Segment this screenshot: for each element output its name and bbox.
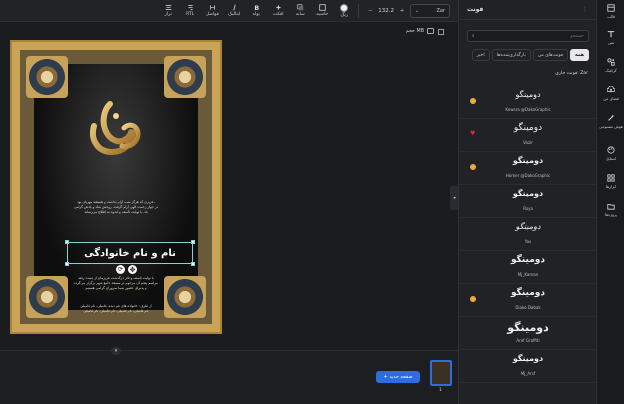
font-list-item[interactable]: دومینگو Yas: [459, 218, 597, 251]
rotate-handle-icon[interactable]: ⟳: [116, 265, 125, 274]
nav-templates[interactable]: قالب: [597, 4, 624, 19]
page-thumbnail[interactable]: [430, 360, 452, 386]
spacing-icon: [209, 5, 215, 10]
panel-menu-icon[interactable]: ⋮: [582, 6, 588, 13]
shapes-icon: [607, 58, 615, 66]
font-list-item[interactable]: دومینگو Mj_Arsf: [459, 350, 597, 383]
italic-icon: [233, 4, 236, 11]
text-icon: [607, 31, 615, 38]
tab-recent[interactable]: اخیر: [471, 49, 490, 61]
nav-text[interactable]: متن: [597, 30, 624, 45]
nav-my-space[interactable]: فضای من: [597, 86, 624, 101]
main-nav-rail: قالب متن گرافیک فضای من هوش مصنوعی استای…: [596, 0, 624, 404]
resize-handle[interactable]: [191, 262, 195, 266]
decrease-size-button[interactable]: −: [366, 8, 374, 14]
grid-tools-icon: [607, 174, 615, 182]
font-list-item[interactable]: دومینگو Kewsra @DakoGraphic: [459, 86, 597, 119]
resize-handle[interactable]: [191, 240, 195, 244]
nav-style[interactable]: استایل: [597, 146, 624, 161]
poster-body-text[interactable]: با نهایت تاسف و تاثر درگذشت عزیزمان از د…: [52, 276, 180, 291]
tab-all[interactable]: همه: [569, 49, 589, 61]
page-size-label: حجم MB: [406, 28, 434, 34]
tab-my-fonts[interactable]: فونت‌های من: [532, 49, 568, 61]
font-list-item[interactable]: ♥ دومینگو Vazir: [459, 119, 597, 152]
font-filter-tabs: اخیر بارگذاری‌شده‌ها فونت‌های من همه: [467, 49, 589, 61]
corner-ornament-icon: [26, 56, 68, 98]
nav-projects[interactable]: پروژه‌ها: [597, 202, 624, 217]
bold-icon: B: [254, 5, 259, 11]
rtl-button[interactable]: RTL: [179, 1, 201, 21]
shadow-button[interactable]: سایه: [289, 1, 311, 21]
font-search-input[interactable]: ⌕ جستجو: [467, 30, 589, 42]
spacing-button[interactable]: فواصل: [201, 1, 223, 21]
expand-icon[interactable]: [438, 29, 444, 35]
border-button[interactable]: حاشیه: [311, 1, 333, 21]
search-icon: ⌕: [472, 34, 475, 39]
selected-title-text[interactable]: نام و نام خانوادگی: [65, 240, 195, 266]
poster-footer-text[interactable]: از طرف: خانواده های غم دیده، فامیلی، نام…: [52, 304, 180, 314]
palette-icon: [607, 146, 615, 154]
poster-page[interactable]: عزیزی که هرگز شب آرام نداشت و همیشه مهرب…: [10, 40, 222, 334]
font-panel: فونت ⋮ ⌕ جستجو اخیر بارگذاری‌شده‌ها فونت…: [458, 0, 597, 404]
move-handle-icon[interactable]: ✥: [128, 265, 137, 274]
effect-icon: [275, 4, 282, 11]
top-toolbar: تراز RTL فواصل ایتالیک B بولد افکت سایه ح…: [0, 0, 458, 22]
font-list-item[interactable]: دومینگو Aref Graffiti: [459, 317, 597, 350]
shadow-icon: [297, 4, 304, 11]
collapse-pages-button[interactable]: ▾: [111, 347, 121, 355]
resize-handle[interactable]: [65, 240, 69, 244]
panel-title: فونت: [467, 6, 484, 13]
border-icon: [319, 4, 326, 11]
design-canvas[interactable]: حجم MB عزیزی که هرگز شب آرام نداشت و همی…: [0, 22, 458, 350]
page-number: 1: [439, 388, 442, 393]
font-list-item[interactable]: دومینگو Homer @DakoGraphic: [459, 152, 597, 185]
bold-button[interactable]: B بولد: [245, 1, 267, 21]
nav-tools[interactable]: ابزارها: [597, 174, 624, 189]
folder-icon: [607, 204, 615, 210]
italic-button[interactable]: ایتالیک: [223, 1, 245, 21]
template-icon: [607, 4, 615, 12]
color-swatch: [340, 3, 349, 12]
increase-size-button[interactable]: +: [398, 8, 406, 14]
pages-strip: ▾ + صفحه جدید 1: [0, 347, 458, 404]
font-family-select[interactable]: ⌄ Zar: [410, 3, 450, 18]
current-font-label: فونت جاری: Zar: [555, 71, 588, 76]
corner-ornament-icon: [164, 56, 206, 98]
plus-icon: +: [383, 374, 388, 380]
nav-ai[interactable]: هوش مصنوعی: [597, 114, 624, 129]
nav-graphics[interactable]: گرافیک: [597, 58, 624, 73]
page-icon: [427, 28, 434, 34]
font-size-stepper[interactable]: − 132.2 +: [366, 8, 406, 14]
poster-intro-text[interactable]: عزیزی که هرگز شب آرام نداشت و همیشه مهرب…: [52, 200, 180, 215]
cloud-upload-icon: [607, 86, 615, 93]
magic-wand-icon: [608, 114, 614, 121]
font-list-item[interactable]: دومینگو Diako Dabak: [459, 284, 597, 317]
svg-text:B: B: [254, 5, 259, 11]
toolbar-divider: [358, 3, 360, 18]
align-button[interactable]: تراز: [157, 1, 179, 21]
resize-handle[interactable]: [65, 262, 69, 266]
effect-button[interactable]: افکت: [267, 1, 289, 21]
tab-uploads[interactable]: بارگذاری‌شده‌ها: [491, 49, 531, 61]
new-page-button[interactable]: + صفحه جدید: [376, 371, 420, 383]
font-size-value[interactable]: 132.2: [378, 8, 394, 14]
font-list-item[interactable]: دومینگو Roya: [459, 185, 597, 218]
align-icon: [165, 4, 172, 11]
font-list-item[interactable]: دومینگو Mj_Kaman: [459, 251, 597, 284]
color-button[interactable]: رنگ: [333, 1, 355, 21]
panel-header: فونت ⋮: [459, 0, 596, 20]
chevron-down-icon: ⌄: [415, 7, 420, 14]
calligraphy-ornament-icon: [90, 101, 141, 156]
rtl-icon: [188, 4, 193, 11]
